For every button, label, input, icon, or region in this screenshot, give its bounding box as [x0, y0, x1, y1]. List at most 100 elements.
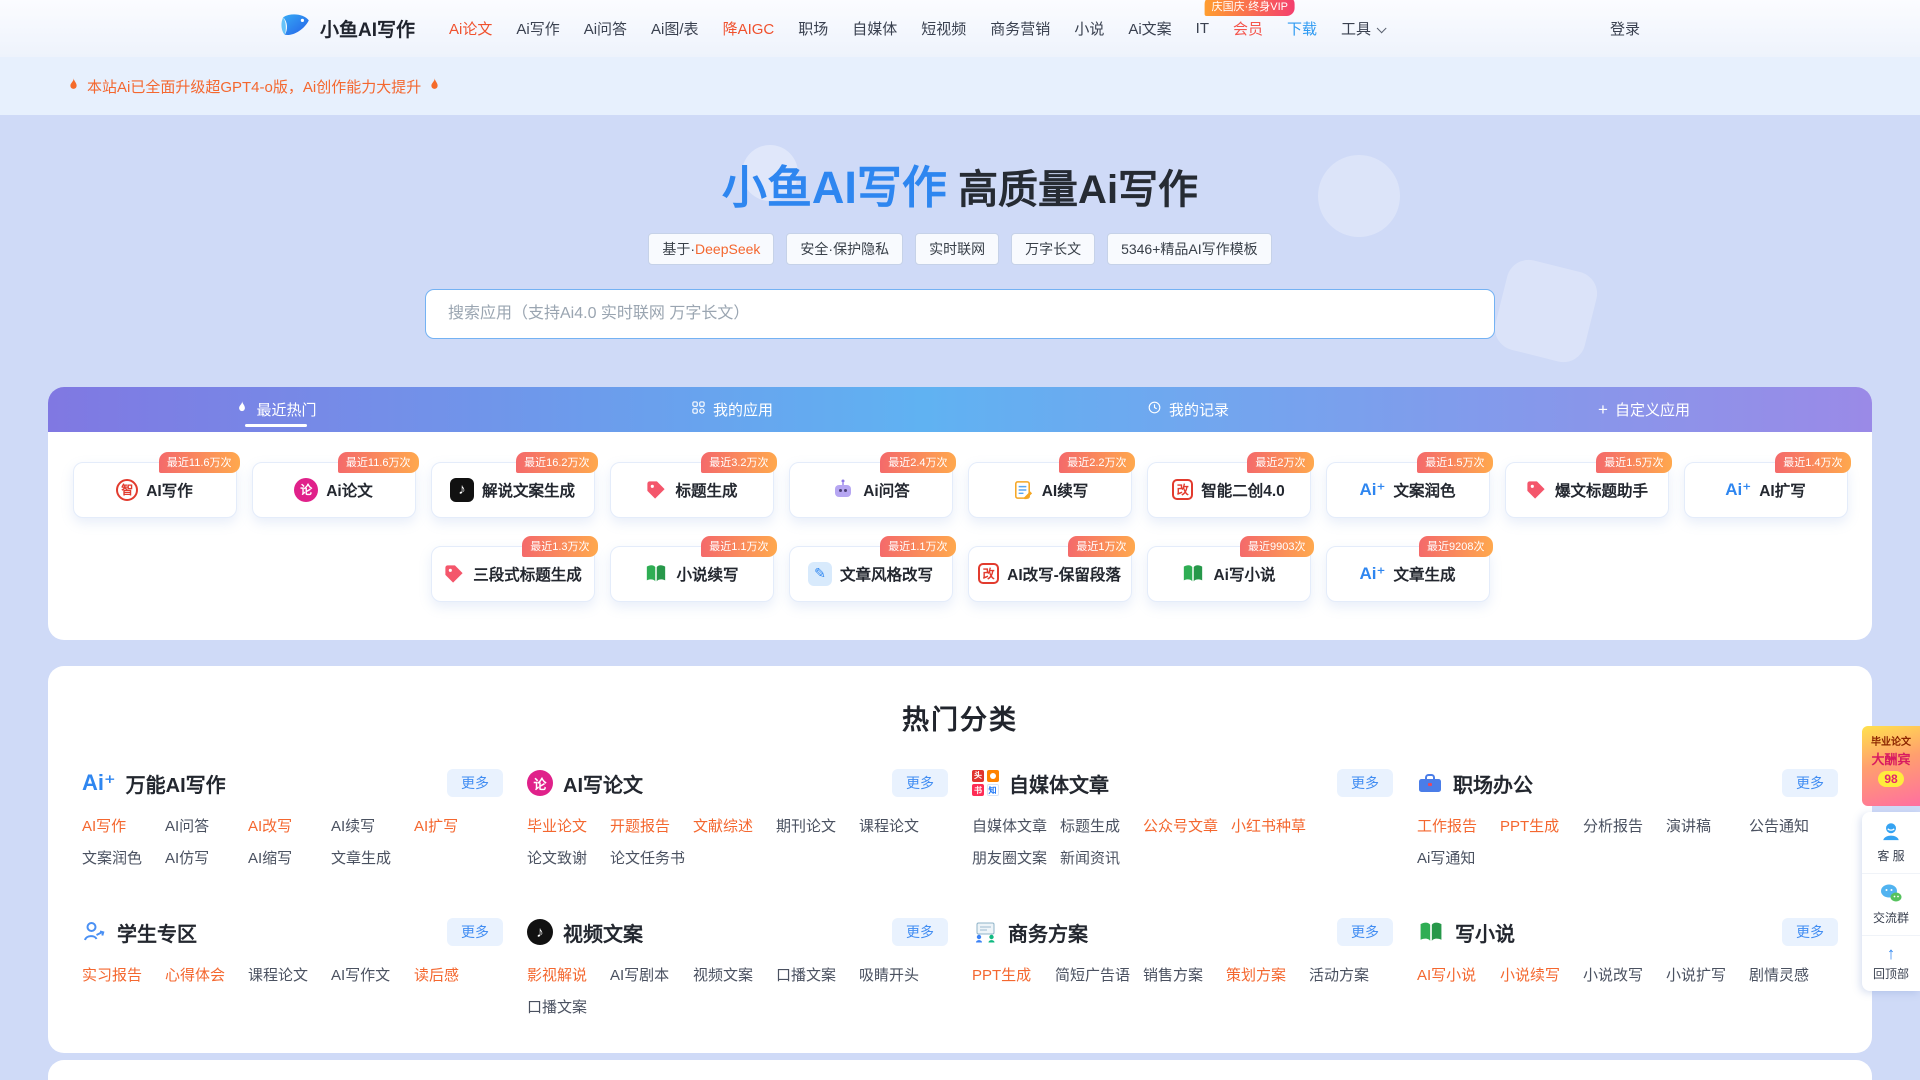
- app-card-ai-novel[interactable]: 最近9903次 Ai写小说: [1147, 546, 1311, 602]
- app-card-ai-writing[interactable]: 最近11.6万次 智 AI写作: [73, 462, 237, 518]
- app-card-polish[interactable]: 最近1.5万次 Ai⁺ 文案润色: [1326, 462, 1490, 518]
- app-card-ai-continue[interactable]: 最近2.2万次 AI续写: [968, 462, 1132, 518]
- more-button[interactable]: 更多: [1337, 918, 1393, 946]
- nav-item-self-media[interactable]: 自媒体: [852, 18, 897, 39]
- nav-item-ai-writing[interactable]: Ai写作: [516, 18, 559, 39]
- more-button[interactable]: 更多: [1337, 769, 1393, 797]
- category-link[interactable]: PPT生成: [972, 964, 1042, 985]
- category-link[interactable]: AI仿写: [165, 847, 235, 868]
- app-card-novel-continue[interactable]: 最近1.1万次 小说续写: [610, 546, 774, 602]
- category-link[interactable]: PPT生成: [1500, 815, 1570, 836]
- app-card-style-rewrite[interactable]: 最近1.1万次 ✎ 文章风格改写: [789, 546, 953, 602]
- category-link[interactable]: 活动方案: [1309, 964, 1379, 985]
- category-link[interactable]: AI问答: [165, 815, 235, 836]
- app-card-rewrite-keep-paragraph[interactable]: 最近1万次 改 AI改写-保留段落: [968, 546, 1132, 602]
- nav-item-it[interactable]: IT: [1196, 20, 1209, 37]
- category-link[interactable]: 朋友圈文案: [972, 847, 1047, 868]
- search-input[interactable]: [425, 289, 1495, 339]
- category-link[interactable]: 小说续写: [1500, 964, 1570, 985]
- category-link[interactable]: 口播文案: [776, 964, 846, 985]
- category-link[interactable]: Ai写通知: [1417, 847, 1487, 868]
- tag-icon: [645, 479, 667, 501]
- category-link[interactable]: 新闻资讯: [1060, 847, 1130, 868]
- chat-group-button[interactable]: 交流群: [1862, 874, 1920, 936]
- nav-item-ai-qa[interactable]: Ai问答: [584, 18, 627, 39]
- category-link[interactable]: 吸睛开头: [859, 964, 929, 985]
- tab-recent-hot[interactable]: 最近热门: [48, 387, 504, 432]
- category-link[interactable]: 简短广告语: [1055, 964, 1130, 985]
- more-button[interactable]: 更多: [447, 918, 503, 946]
- category-link[interactable]: AI改写: [248, 815, 318, 836]
- nav-item-marketing[interactable]: 商务营销: [990, 18, 1050, 39]
- app-card-three-part-title[interactable]: 最近1.3万次 三段式标题生成: [431, 546, 595, 602]
- app-card-video-script[interactable]: 最近16.2万次 ♪ 解说文案生成: [431, 462, 595, 518]
- app-card-title-gen[interactable]: 最近3.2万次 标题生成: [610, 462, 774, 518]
- back-to-top-button[interactable]: ↑ 回顶部: [1862, 936, 1920, 991]
- category-link[interactable]: AI扩写: [414, 815, 484, 836]
- nav-item-short-video[interactable]: 短视频: [921, 18, 966, 39]
- category-link[interactable]: 公告通知: [1749, 815, 1819, 836]
- nav-item-reduce-aigc[interactable]: 降AIGC: [723, 18, 775, 39]
- app-card-ai-qa[interactable]: 最近2.4万次 Ai问答: [789, 462, 953, 518]
- category-link[interactable]: 论文任务书: [610, 847, 685, 868]
- category-link[interactable]: 工作报告: [1417, 815, 1487, 836]
- nav-item-ai-chart[interactable]: Ai图/表: [651, 18, 699, 39]
- app-card-ai-paper[interactable]: 最近11.6万次 论 Ai论文: [252, 462, 416, 518]
- nav-item-career[interactable]: 职场: [798, 18, 828, 39]
- nav-item-tools[interactable]: 工具: [1341, 18, 1383, 39]
- more-button[interactable]: 更多: [1782, 769, 1838, 797]
- app-card-smart-recreate[interactable]: 最近2万次 改 智能二创4.0: [1147, 462, 1311, 518]
- category-link[interactable]: 销售方案: [1143, 964, 1213, 985]
- category-link[interactable]: 小红书种草: [1231, 815, 1306, 836]
- nav-item-ai-copy[interactable]: Ai文案: [1128, 18, 1171, 39]
- category-link[interactable]: 自媒体文章: [972, 815, 1047, 836]
- category-link[interactable]: 演讲稿: [1666, 815, 1736, 836]
- category-link[interactable]: AI缩写: [248, 847, 318, 868]
- promo-banner[interactable]: 毕业论文 大酬宾 98: [1862, 726, 1920, 806]
- category-link[interactable]: AI续写: [331, 815, 401, 836]
- category-link[interactable]: 实习报告: [82, 964, 152, 985]
- category-link[interactable]: 标题生成: [1060, 815, 1130, 836]
- category-link[interactable]: 论文致谢: [527, 847, 597, 868]
- category-link[interactable]: 分析报告: [1583, 815, 1653, 836]
- category-link[interactable]: AI写作文: [331, 964, 401, 985]
- more-button[interactable]: 更多: [1782, 918, 1838, 946]
- app-card-ai-expand[interactable]: 最近1.4万次 Ai⁺ AI扩写: [1684, 462, 1848, 518]
- category-link[interactable]: 心得体会: [165, 964, 235, 985]
- tab-custom-app[interactable]: + 自定义应用: [1416, 387, 1872, 432]
- category-link[interactable]: 期刊论文: [776, 815, 846, 836]
- category-link[interactable]: 文案润色: [82, 847, 152, 868]
- nav-item-ai-paper[interactable]: Ai论文: [449, 18, 492, 39]
- tab-my-apps[interactable]: 我的应用: [504, 387, 960, 432]
- category-link[interactable]: 开题报告: [610, 815, 680, 836]
- category-link[interactable]: 毕业论文: [527, 815, 597, 836]
- app-card-hot-title[interactable]: 最近1.5万次 爆文标题助手: [1505, 462, 1669, 518]
- category-link[interactable]: 课程论文: [248, 964, 318, 985]
- category-link[interactable]: 课程论文: [859, 815, 929, 836]
- login-button[interactable]: 登录: [1610, 18, 1640, 39]
- category-link[interactable]: AI写作: [82, 815, 152, 836]
- category-link[interactable]: 文献综述: [693, 815, 763, 836]
- nav-item-download[interactable]: 下载: [1287, 18, 1317, 39]
- app-card-article-gen[interactable]: 最近9208次 Ai⁺ 文章生成: [1326, 546, 1490, 602]
- category-link[interactable]: 剧情灵感: [1749, 964, 1819, 985]
- more-button[interactable]: 更多: [892, 918, 948, 946]
- category-link[interactable]: 策划方案: [1226, 964, 1296, 985]
- category-link[interactable]: AI写小说: [1417, 964, 1487, 985]
- tab-my-history[interactable]: 我的记录: [960, 387, 1416, 432]
- site-logo[interactable]: 小鱼AI写作: [280, 12, 415, 45]
- category-link[interactable]: 小说改写: [1583, 964, 1653, 985]
- nav-item-vip[interactable]: 庆国庆·终身VIP 会员: [1233, 18, 1263, 39]
- category-link[interactable]: 公众号文章: [1143, 815, 1218, 836]
- category-link[interactable]: 文章生成: [331, 847, 401, 868]
- category-link[interactable]: 视频文案: [693, 964, 763, 985]
- category-link[interactable]: AI写剧本: [610, 964, 680, 985]
- customer-service-button[interactable]: 客 服: [1862, 812, 1920, 874]
- more-button[interactable]: 更多: [447, 769, 503, 797]
- category-link[interactable]: 影视解说: [527, 964, 597, 985]
- category-link[interactable]: 读后感: [414, 964, 484, 985]
- more-button[interactable]: 更多: [892, 769, 948, 797]
- nav-item-novel[interactable]: 小说: [1074, 18, 1104, 39]
- category-link[interactable]: 小说扩写: [1666, 964, 1736, 985]
- category-link[interactable]: 口播文案: [527, 996, 597, 1017]
